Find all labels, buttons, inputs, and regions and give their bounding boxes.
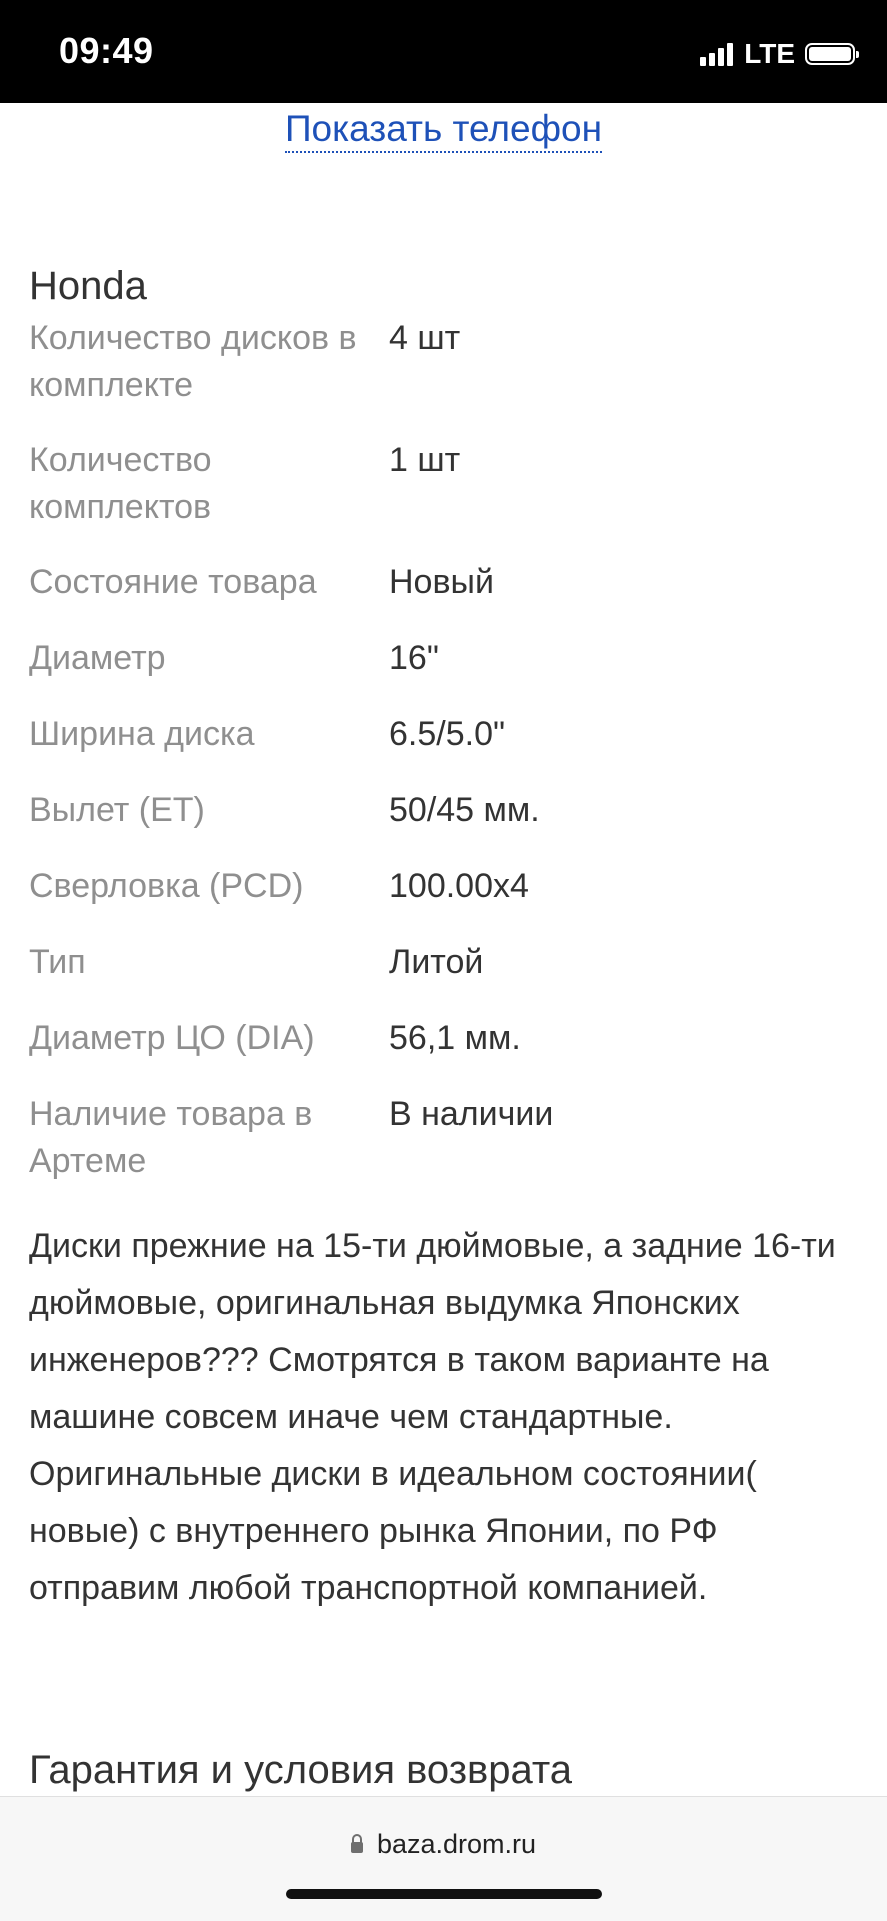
spec-label: Количество комплектов xyxy=(29,441,212,526)
spec-value: 6.5/5.0" xyxy=(389,715,506,753)
spec-label: Тип xyxy=(29,943,86,981)
spec-row: Наличие товара в Артеме В наличии xyxy=(29,1091,859,1185)
spec-value: 4 шт xyxy=(389,319,461,357)
spec-value: В наличии xyxy=(389,1095,554,1133)
spec-label: Диаметр xyxy=(29,639,166,677)
network-type: LTE xyxy=(744,38,795,69)
spec-value: 100.00x4 xyxy=(389,867,529,905)
spec-row: Сверловка (PCD) 100.00x4 xyxy=(29,863,859,910)
spec-label: Количество дисков в комплекте xyxy=(29,319,357,404)
spec-value: 1 шт xyxy=(389,441,461,479)
show-phone-container: Показать телефон xyxy=(0,108,887,153)
url-text: baza.drom.ru xyxy=(376,1829,537,1859)
status-bar: 09:49 LTE xyxy=(0,0,887,103)
home-indicator[interactable] xyxy=(286,1889,602,1899)
spec-row: Ширина диска 6.5/5.0" xyxy=(29,711,859,758)
status-indicators: LTE xyxy=(700,38,859,70)
browser-address-bar[interactable]: baza.drom.ru xyxy=(0,1796,887,1921)
battery-icon xyxy=(805,43,859,65)
spec-label: Наличие товара в Артеме xyxy=(29,1095,313,1180)
signal-icon xyxy=(700,42,736,66)
listing-description: Диски прежние на 15-ти дюймовые, а задни… xyxy=(29,1227,836,1607)
spec-row: Количество комплектов 1 шт xyxy=(29,437,859,531)
brand-title: Honda xyxy=(29,264,147,308)
spec-row: Состояние товара Новый xyxy=(29,559,859,606)
spec-row: Тип Литой xyxy=(29,939,859,986)
specs-table: Количество дисков в комплекте 4 шт Колич… xyxy=(29,315,859,1185)
warranty-section-title: Гарантия и условия возврата xyxy=(29,1748,573,1792)
spec-value: Литой xyxy=(389,943,484,981)
spec-row: Диаметр ЦО (DIA) 56,1 мм. xyxy=(29,1015,859,1062)
spec-value: 50/45 мм. xyxy=(389,791,540,829)
spec-value: 16" xyxy=(389,639,439,677)
url-display[interactable]: baza.drom.ru xyxy=(0,1829,887,1860)
lock-icon xyxy=(350,1834,363,1853)
spec-label: Ширина диска xyxy=(29,715,255,753)
spec-label: Вылет (ET) xyxy=(29,791,205,829)
status-time: 09:49 xyxy=(59,30,154,71)
spec-row: Количество дисков в комплекте 4 шт xyxy=(29,315,859,409)
spec-row: Диаметр 16" xyxy=(29,635,859,682)
spec-label: Состояние товара xyxy=(29,563,317,601)
spec-value: 56,1 мм. xyxy=(389,1019,521,1057)
spec-label: Сверловка (PCD) xyxy=(29,867,304,905)
spec-label: Диаметр ЦО (DIA) xyxy=(29,1019,315,1057)
show-phone-link[interactable]: Показать телефон xyxy=(284,108,603,153)
spec-row: Вылет (ET) 50/45 мм. xyxy=(29,787,859,834)
spec-value: Новый xyxy=(389,563,494,601)
